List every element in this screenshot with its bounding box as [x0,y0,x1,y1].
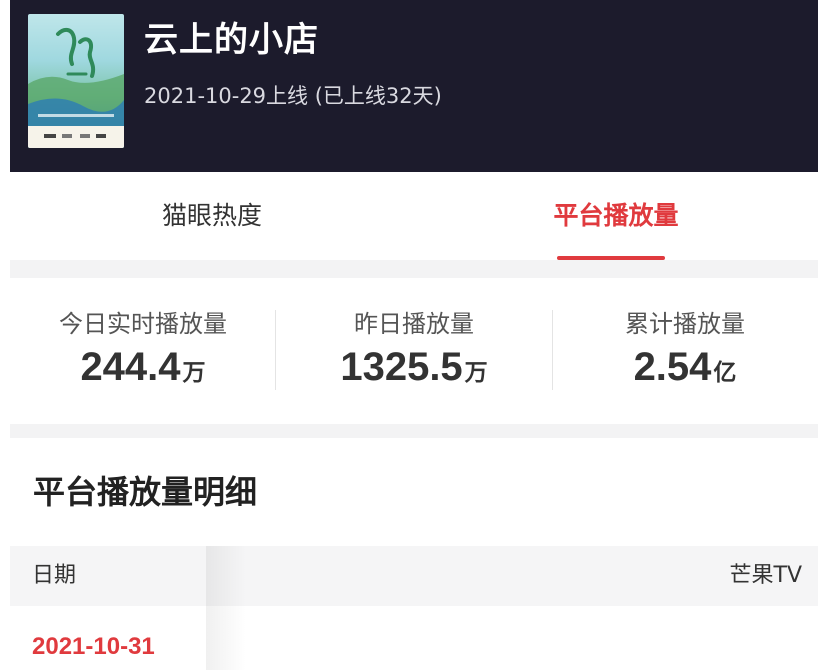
show-title: 云上的小店 [144,20,319,60]
stat-unit: 亿 [713,360,737,386]
stat-unit: 万 [182,360,206,386]
column-header-platform[interactable]: 芒果TV [730,546,803,606]
column-header-date: 日期 [32,563,77,588]
section-divider [10,424,818,438]
stat-value: 1325.5 [340,345,463,389]
stat-divider [275,310,276,390]
stats-panel: 今日实时播放量 244.4万 昨日播放量 1325.5万 累计播放量 2.54亿 [10,278,818,424]
tab-maoyan-heat[interactable]: 猫眼热度 [10,172,414,260]
stat-cumulative: 累计播放量 2.54亿 [552,278,818,424]
show-header: 云上的小店 2021-10-29上线 (已上线32天) [10,0,818,172]
stat-value: 244.4 [80,345,181,389]
stat-label: 昨日播放量 [354,310,474,338]
stat-label: 累计播放量 [625,310,745,338]
detail-section-title: 平台播放量明细 [33,473,258,511]
section-divider [10,260,818,278]
stat-value: 2.54 [633,345,712,389]
tab-bar: 猫眼热度 平台播放量 [10,172,818,260]
table-row-date: 2021-10-31 [32,633,155,660]
poster-artwork [28,27,124,148]
show-poster-image[interactable] [28,14,124,148]
stat-yesterday: 昨日播放量 1325.5万 [281,278,547,424]
stat-unit: 万 [464,360,488,386]
tab-platform-views[interactable]: 平台播放量 [414,172,818,260]
frozen-column-shadow [206,546,246,670]
stat-label: 今日实时播放量 [59,310,227,338]
release-info: 2021-10-29上线 (已上线32天) [144,84,442,108]
stat-today-realtime: 今日实时播放量 244.4万 [10,278,276,424]
table-header: 日期 芒果TV [10,546,818,606]
